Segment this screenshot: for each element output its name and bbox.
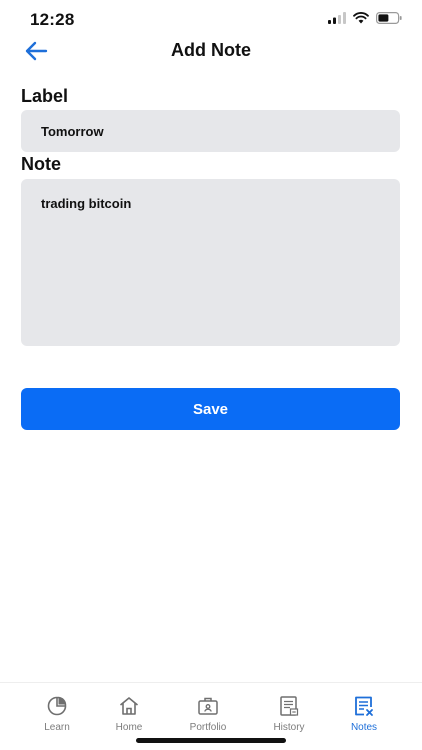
note-heading: Note: [21, 154, 61, 174]
tab-history[interactable]: History: [254, 695, 324, 739]
briefcase-icon: [198, 697, 218, 715]
receipt-icon: [280, 696, 299, 716]
label-input[interactable]: [21, 110, 400, 152]
status-bar: 12:28: [0, 0, 422, 38]
tab-label: Portfolio: [189, 722, 227, 733]
status-icons: [328, 12, 402, 24]
battery-icon: [376, 12, 402, 24]
note-textarea[interactable]: trading bitcoin: [21, 179, 400, 346]
nav-header: Add Note: [0, 34, 422, 68]
tab-home[interactable]: Home: [94, 695, 164, 739]
wifi-icon: [353, 12, 369, 24]
cellular-signal-icon: [328, 12, 346, 24]
tab-label: Notes: [350, 722, 378, 733]
pie-chart-icon: [47, 696, 67, 716]
notes-icon: [355, 696, 373, 716]
page-title: Add Note: [171, 40, 251, 60]
tab-label: History: [273, 722, 305, 733]
save-button[interactable]: Save: [21, 388, 400, 430]
tab-portfolio[interactable]: Portfolio: [173, 695, 243, 739]
tab-notes[interactable]: Notes: [329, 695, 399, 739]
home-indicator: [136, 738, 286, 743]
home-icon: [119, 697, 139, 715]
status-time: 12:28: [30, 10, 75, 29]
tab-learn[interactable]: Learn: [22, 695, 92, 739]
label-heading: Label: [21, 86, 69, 106]
tab-label: Home: [115, 722, 143, 733]
tab-label: Learn: [44, 722, 70, 733]
